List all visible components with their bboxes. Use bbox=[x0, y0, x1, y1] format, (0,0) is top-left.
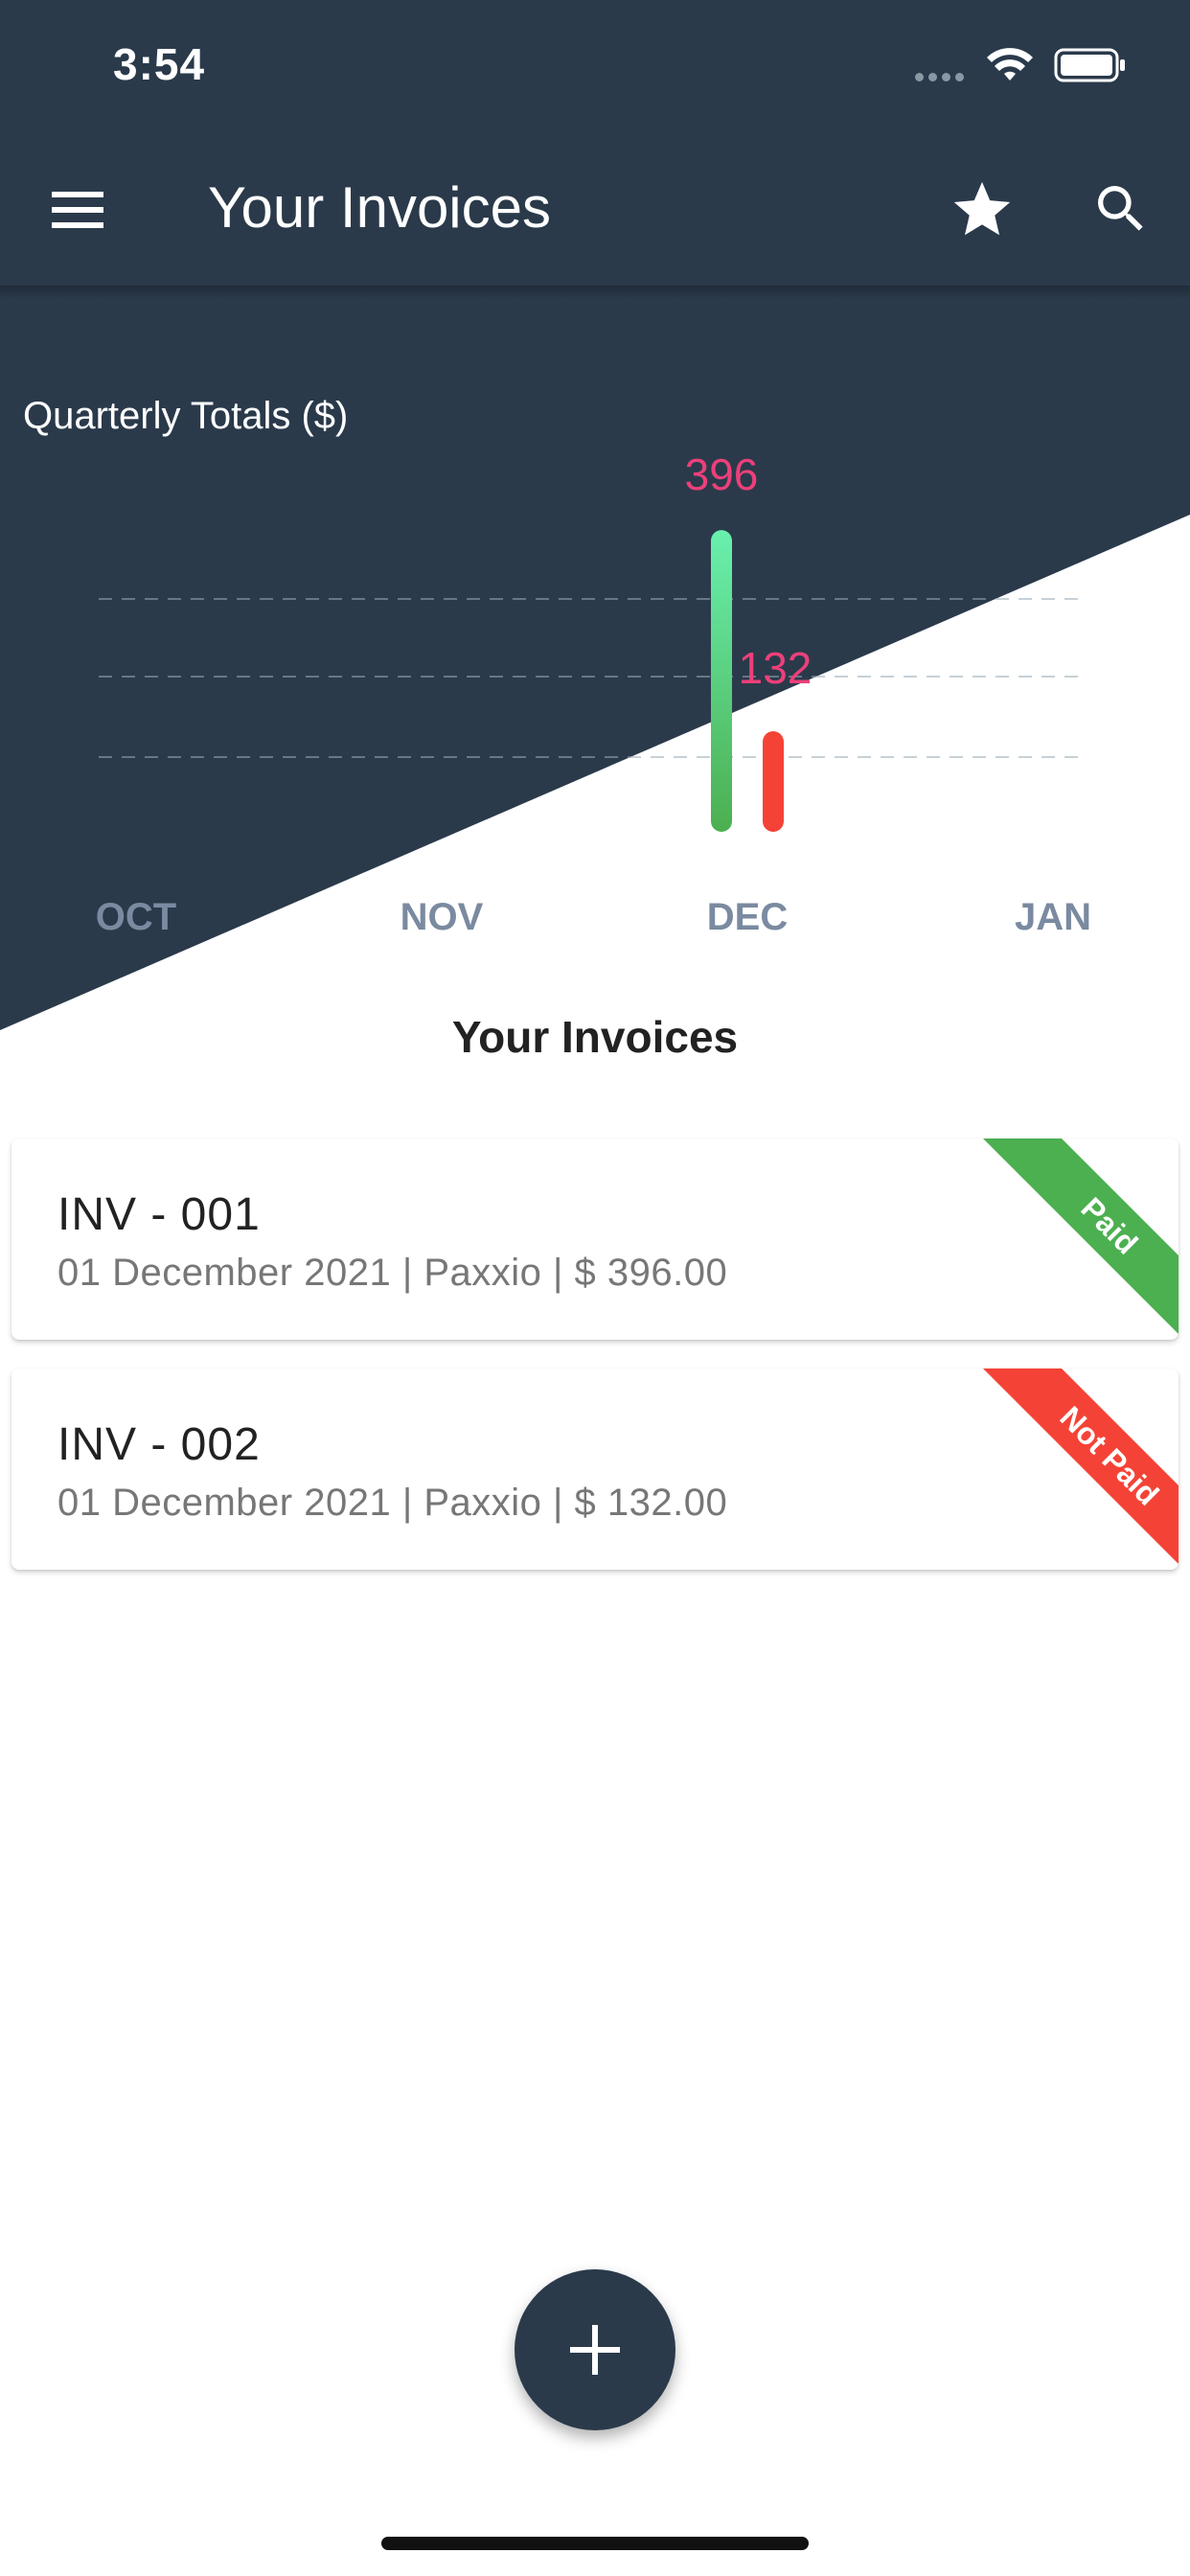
invoice-card[interactable]: INV - 001 01 December 2021 | Paxxio | $ … bbox=[11, 1138, 1179, 1340]
chart-data-label: 396 bbox=[685, 449, 759, 499]
chart-x-tick-label: NOV bbox=[400, 896, 484, 938]
quarterly-totals-chart: 396 132 OCT NOV DEC JAN bbox=[96, 449, 1091, 938]
invoice-card[interactable]: INV - 002 01 December 2021 | Paxxio | $ … bbox=[11, 1368, 1179, 1570]
invoice-id: INV - 002 bbox=[57, 1419, 261, 1470]
chart-data-label: 132 bbox=[739, 643, 812, 693]
invoice-details: 01 December 2021 | Paxxio | $ 396.00 bbox=[57, 1252, 728, 1294]
section-title: Your Invoices bbox=[451, 1012, 739, 1062]
chart-x-tick-label: OCT bbox=[96, 896, 176, 938]
status-ribbon-not-paid: Not Paid bbox=[981, 1368, 1179, 1570]
add-invoice-button[interactable] bbox=[515, 2269, 675, 2430]
invoice-id: INV - 001 bbox=[57, 1189, 261, 1240]
chart-x-tick-label: DEC bbox=[707, 896, 788, 938]
chart-bar bbox=[711, 530, 732, 832]
status-ribbon-paid: Paid bbox=[981, 1138, 1179, 1340]
chart-x-tick-label: JAN bbox=[1015, 896, 1091, 938]
home-indicator bbox=[381, 2537, 809, 2550]
invoice-details: 01 December 2021 | Paxxio | $ 132.00 bbox=[57, 1482, 728, 1524]
plus-icon bbox=[570, 2325, 620, 2375]
chart-bar bbox=[763, 731, 784, 832]
